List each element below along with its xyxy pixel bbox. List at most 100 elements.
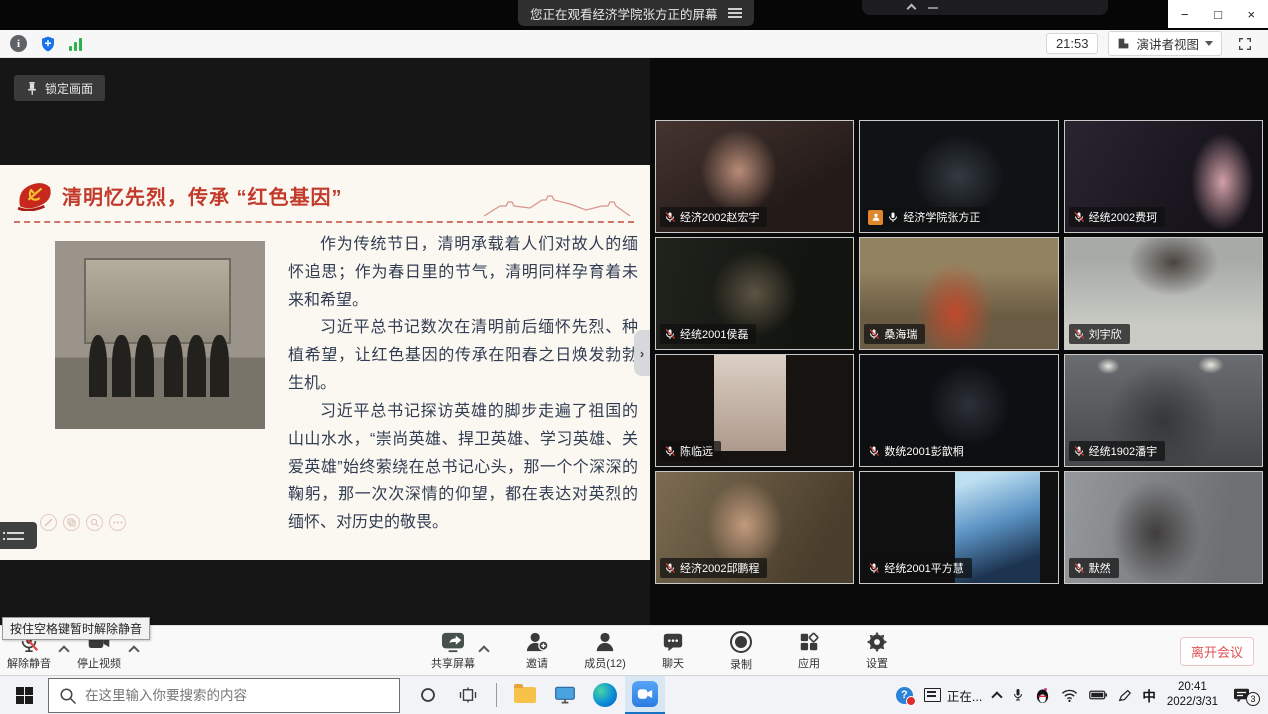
chat-button[interactable]: 聊天 bbox=[650, 627, 696, 675]
copy-tool-icon[interactable] bbox=[63, 514, 80, 531]
this-pc-button[interactable] bbox=[545, 676, 585, 714]
collapse-panel-tab[interactable]: › bbox=[634, 330, 650, 376]
video-tile[interactable]: 经统2001侯磊 bbox=[655, 237, 854, 350]
video-tile[interactable]: 陈临远 bbox=[655, 354, 854, 467]
view-mode-label: 演讲者视图 bbox=[1136, 34, 1199, 53]
members-button[interactable]: 成员(12) bbox=[582, 627, 628, 675]
video-tile[interactable]: 经统2002费珂 bbox=[1064, 120, 1263, 233]
video-tile[interactable]: 经济2002赵宏宇 bbox=[655, 120, 854, 233]
apps-button[interactable]: 应用 bbox=[786, 627, 832, 675]
mic-muted-icon bbox=[868, 562, 880, 574]
video-tile[interactable]: 经统2001平方慧 bbox=[859, 471, 1058, 584]
video-tile[interactable]: 桑海瑞 bbox=[859, 237, 1058, 350]
news-tray-item[interactable]: 正在... bbox=[924, 686, 982, 705]
pin-view-label: 锁定画面 bbox=[45, 80, 93, 97]
qq-help-tray-icon[interactable]: ? bbox=[896, 687, 913, 704]
start-button[interactable] bbox=[0, 676, 48, 714]
party-emblem-icon bbox=[16, 179, 54, 211]
task-view-button[interactable] bbox=[448, 676, 488, 714]
presentation-slide: 清明忆先烈，传承 “红色基因” 作为传统节日，清明承载着人们对故人的缅怀追思；作… bbox=[0, 165, 650, 560]
notification-center-button[interactable]: 3 bbox=[1233, 688, 1250, 703]
record-button[interactable]: 录制 bbox=[718, 627, 764, 675]
share-options-caret[interactable] bbox=[478, 645, 489, 656]
tray-overflow-caret[interactable] bbox=[993, 690, 1001, 701]
thumbnail-panel-toggle[interactable] bbox=[0, 522, 37, 549]
record-label: 录制 bbox=[730, 656, 752, 672]
participant-name-label: 经统2001平方慧 bbox=[864, 558, 971, 578]
notification-count-badge: 3 bbox=[1246, 692, 1260, 706]
participant-name-label: 桑海瑞 bbox=[864, 324, 925, 344]
share-screen-label: 共享屏幕 bbox=[431, 655, 475, 671]
meeting-info-icon[interactable]: i bbox=[10, 35, 27, 52]
news-label: 正在... bbox=[947, 686, 982, 705]
top-strip: 您正在观看经济学院张方正的屏幕 − □ × bbox=[0, 0, 1268, 30]
meeting-app-button[interactable] bbox=[625, 676, 665, 714]
share-screen-button[interactable]: 共享屏幕 bbox=[430, 627, 476, 675]
clock-time: 20:41 bbox=[1167, 680, 1218, 695]
maximize-button[interactable]: □ bbox=[1201, 0, 1234, 28]
magnifier-tool-icon[interactable] bbox=[86, 514, 103, 531]
leave-meeting-button[interactable]: 离开会议 bbox=[1180, 637, 1254, 666]
floating-toolbar[interactable] bbox=[862, 0, 1108, 15]
slide-photo bbox=[55, 241, 265, 429]
watching-banner: 您正在观看经济学院张方正的屏幕 bbox=[518, 0, 754, 26]
invite-person-icon bbox=[525, 631, 549, 653]
microphone-tray-icon[interactable] bbox=[1012, 687, 1024, 703]
video-tile[interactable]: 默然 bbox=[1064, 471, 1263, 584]
file-explorer-button[interactable] bbox=[505, 676, 545, 714]
video-tile[interactable]: 经济2002邱鹏程 bbox=[655, 471, 854, 584]
settings-button[interactable]: 设置 bbox=[854, 627, 900, 675]
edge-browser-button[interactable] bbox=[585, 676, 625, 714]
participant-grid: 经济2002赵宏宇 经济学院张方正 经统2002费珂 bbox=[650, 58, 1268, 625]
settings-label: 设置 bbox=[866, 655, 888, 671]
participant-name-label: 经济2002邱鹏程 bbox=[660, 558, 767, 578]
pin-icon bbox=[26, 81, 38, 95]
window-controls: − □ × bbox=[1168, 0, 1268, 28]
participant-name-label: 经济2002赵宏宇 bbox=[660, 207, 767, 227]
ime-indicator[interactable]: 中 bbox=[1142, 685, 1156, 705]
taskbar-separator bbox=[496, 683, 497, 707]
security-shield-icon[interactable] bbox=[39, 35, 57, 53]
participant-name-label: 默然 bbox=[1069, 558, 1119, 578]
fullscreen-button[interactable] bbox=[1232, 33, 1258, 55]
screen-sharing-badge-icon bbox=[868, 210, 883, 225]
video-tile[interactable]: 经统1902潘宇 bbox=[1064, 354, 1263, 467]
meeting-header: i 21:53 演讲者视图 bbox=[0, 30, 1268, 58]
edge-icon bbox=[593, 683, 617, 707]
annotation-tools bbox=[40, 514, 126, 531]
meeting-window: 您正在观看经济学院张方正的屏幕 − □ × i 21:53 bbox=[0, 0, 1268, 714]
pen-tray-icon[interactable] bbox=[1118, 689, 1131, 702]
close-button[interactable]: × bbox=[1235, 0, 1268, 28]
cortana-button[interactable] bbox=[408, 676, 448, 714]
greatwall-sketch bbox=[482, 193, 632, 219]
banner-menu-icon[interactable] bbox=[728, 8, 742, 18]
taskbar-clock[interactable]: 20:41 2022/3/31 bbox=[1167, 680, 1218, 710]
video-tile[interactable]: 刘宇欣 bbox=[1064, 237, 1263, 350]
stop-video-label: 停止视频 bbox=[77, 655, 121, 671]
clock-date: 2022/3/31 bbox=[1167, 695, 1218, 710]
participant-name-label: 数统2001彭歆桐 bbox=[864, 441, 971, 461]
mic-options-caret[interactable] bbox=[58, 645, 69, 656]
mic-muted-icon bbox=[664, 562, 676, 574]
taskbar-search[interactable] bbox=[48, 678, 400, 713]
view-mode-selector[interactable]: 演讲者视图 bbox=[1108, 31, 1222, 56]
pin-view-button[interactable]: 锁定画面 bbox=[14, 75, 105, 101]
minimize-button[interactable]: − bbox=[1168, 0, 1201, 28]
network-signal-icon[interactable] bbox=[69, 37, 82, 51]
slide-body-text: 作为传统节日，清明承载着人们对故人的缅怀追思；作为春日里的节气，清明同样孕育着未… bbox=[288, 231, 638, 537]
gear-icon bbox=[866, 631, 888, 653]
more-tools-icon[interactable] bbox=[109, 514, 126, 531]
chat-label: 聊天 bbox=[662, 655, 684, 671]
wifi-tray-icon[interactable] bbox=[1061, 689, 1078, 702]
battery-tray-icon[interactable] bbox=[1089, 690, 1107, 700]
video-options-caret[interactable] bbox=[128, 645, 139, 656]
slide-paragraph: 习近平总书记数次在清明前后缅怀先烈、种植希望，让红色基因的传承在阳春之日焕发勃勃… bbox=[288, 314, 638, 397]
qq-penguin-tray-icon[interactable] bbox=[1035, 687, 1050, 704]
video-tile[interactable]: 数统2001彭歆桐 bbox=[859, 354, 1058, 467]
mic-muted-icon bbox=[868, 445, 880, 457]
video-tile[interactable]: 经济学院张方正 bbox=[859, 120, 1058, 233]
invite-button[interactable]: 邀请 bbox=[514, 627, 560, 675]
search-input[interactable] bbox=[49, 679, 399, 712]
pen-tool-icon[interactable] bbox=[40, 514, 57, 531]
mic-muted-icon bbox=[1073, 328, 1085, 340]
